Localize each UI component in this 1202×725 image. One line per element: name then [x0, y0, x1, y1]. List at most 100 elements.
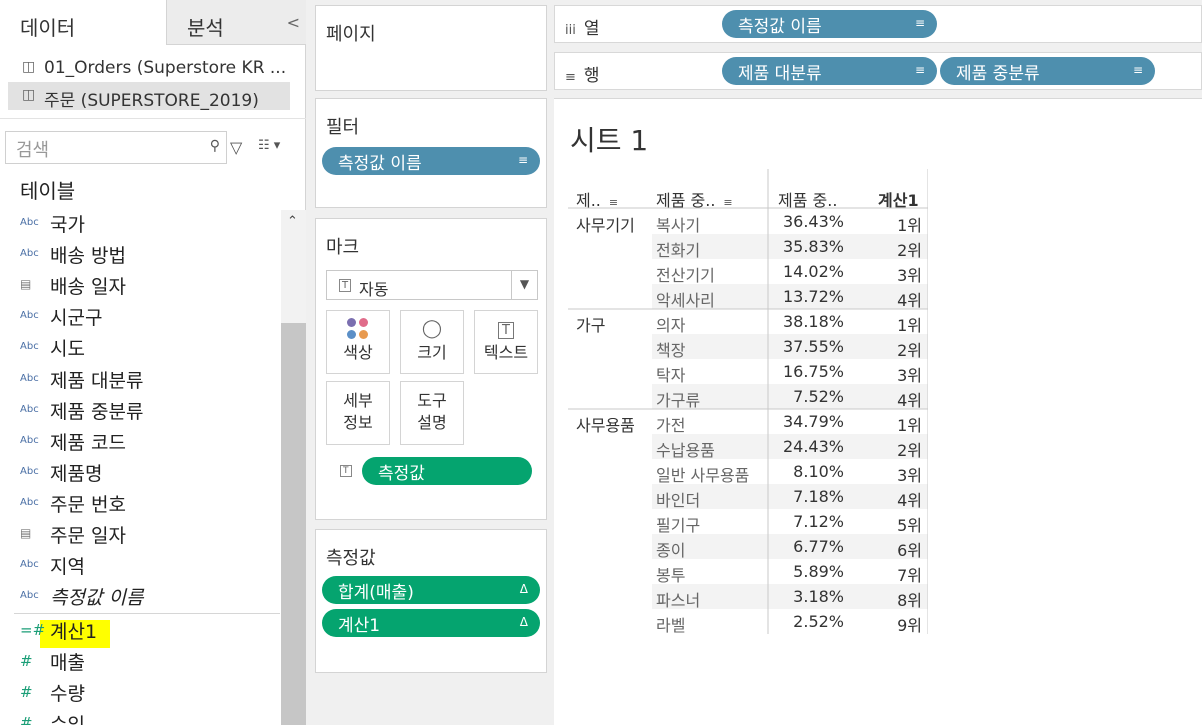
measure-item[interactable]: # 수량 — [20, 679, 280, 707]
tab-data[interactable]: 데이터 — [0, 0, 166, 45]
measure-item[interactable]: # 수익 — [20, 710, 280, 725]
percent-cell[interactable]: 6.77% — [793, 534, 844, 559]
subcategory-cell[interactable]: 종이 — [656, 534, 685, 560]
rows-pill-category[interactable]: 제품 대분류 ≡ — [722, 57, 937, 85]
measure-pill-calc1[interactable]: 계산1 Δ — [322, 609, 540, 637]
field-item[interactable]: Abc 배송 방법 — [20, 241, 280, 269]
rows-label: 행 — [583, 66, 600, 86]
scroll-up-icon[interactable]: ⌃ — [287, 214, 298, 229]
rank-cell[interactable]: 1위 — [897, 209, 922, 235]
field-item[interactable]: Abc 제품명 — [20, 459, 280, 487]
subcategory-cell[interactable]: 복사기 — [656, 209, 700, 235]
percent-cell[interactable]: 7.52% — [793, 384, 844, 409]
rank-cell[interactable]: 4위 — [897, 484, 922, 510]
rank-cell[interactable]: 4위 — [897, 284, 922, 310]
subcategory-cell[interactable]: 전화기 — [656, 234, 700, 260]
percent-cell[interactable]: 35.83% — [783, 234, 844, 259]
rank-cell[interactable]: 3위 — [897, 259, 922, 285]
field-item[interactable]: Abc 시군구 — [20, 303, 280, 331]
subcategory-cell[interactable]: 가구류 — [656, 384, 700, 410]
subcategory-cell[interactable]: 수납용품 — [656, 434, 715, 460]
mark-type-select[interactable]: T 자동 ▼ — [326, 270, 538, 300]
subcategory-cell[interactable]: 파스너 — [656, 584, 700, 610]
subcategory-cell[interactable]: 봉투 — [656, 559, 685, 585]
subcategory-cell[interactable]: 가전 — [656, 409, 685, 435]
rank-cell[interactable]: 1위 — [897, 309, 922, 335]
percent-cell[interactable]: 7.18% — [793, 484, 844, 509]
datasource-orders[interactable]: ◫ 01_Orders (Superstore KR ... — [8, 54, 290, 82]
datasource-superstore[interactable]: ◫ 주문 (SUPERSTORE_2019) — [8, 82, 290, 110]
subcategory-cell[interactable]: 라벨 — [656, 609, 685, 635]
subcategory-cell[interactable]: 탁자 — [656, 359, 685, 385]
collapse-pane-icon[interactable]: < — [287, 13, 300, 32]
field-item[interactable]: Abc 국가 — [20, 210, 280, 238]
rank-cell[interactable]: 2위 — [897, 334, 922, 360]
tooltip-button[interactable]: 도구 설명 — [400, 381, 464, 445]
pages-card[interactable]: 페이지 — [315, 5, 547, 91]
percent-cell[interactable]: 2.52% — [793, 609, 844, 634]
percent-cell[interactable]: 34.79% — [783, 409, 844, 434]
percent-cell[interactable]: 36.43% — [783, 209, 844, 234]
rank-cell[interactable]: 8위 — [897, 584, 922, 610]
rank-cell[interactable]: 7위 — [897, 559, 922, 585]
percent-cell[interactable]: 3.18% — [793, 584, 844, 609]
search-input[interactable]: 검색 ⚲ — [5, 131, 227, 164]
subcategory-cell[interactable]: 책장 — [656, 334, 685, 360]
text-button[interactable]: T 텍스트 — [474, 310, 538, 374]
rank-cell[interactable]: 1위 — [897, 409, 922, 435]
color-button[interactable]: 색상 — [326, 310, 390, 374]
number-field-icon: # — [20, 683, 33, 702]
subcategory-cell[interactable]: 필기구 — [656, 509, 700, 535]
percent-cell[interactable]: 16.75% — [783, 359, 844, 384]
subcategory-cell[interactable]: 전산기기 — [656, 259, 715, 285]
category-cell[interactable]: 사무기기 — [576, 209, 635, 235]
percent-cell[interactable]: 8.10% — [793, 459, 844, 484]
filters-card[interactable]: 필터 측정값 이름 ≡ — [315, 98, 547, 208]
field-item[interactable]: Abc 지역 — [20, 552, 280, 580]
rank-cell[interactable]: 9위 — [897, 609, 922, 635]
percent-cell[interactable]: 13.72% — [783, 284, 844, 309]
rows-pill-subcategory[interactable]: 제품 중분류 ≡ — [940, 57, 1155, 85]
field-item[interactable]: Abc 제품 코드 — [20, 428, 280, 456]
rank-cell[interactable]: 3위 — [897, 459, 922, 485]
category-cell[interactable]: 사무용품 — [576, 409, 635, 435]
subcategory-cell[interactable]: 일반 사무용품 — [656, 459, 749, 485]
field-item[interactable]: ▤ 배송 일자 — [20, 272, 280, 300]
columns-pill[interactable]: 측정값 이름 ≡ — [722, 10, 937, 38]
field-item[interactable]: ▤ 주문 일자 — [20, 521, 280, 549]
percent-cell[interactable]: 37.55% — [783, 334, 844, 359]
field-item[interactable]: Abc 제품 대분류 — [20, 366, 280, 394]
measure-pill-sales[interactable]: 합계(매출) Δ — [322, 576, 540, 604]
field-item[interactable]: Abc 시도 — [20, 334, 280, 362]
columns-shelf[interactable]: iii 열 측정값 이름 ≡ — [554, 5, 1202, 43]
percent-cell[interactable]: 7.12% — [793, 509, 844, 534]
percent-cell[interactable]: 38.18% — [783, 309, 844, 334]
view-options-icon[interactable]: ☷ ▾ — [258, 138, 280, 153]
rank-cell[interactable]: 5위 — [897, 509, 922, 535]
size-button[interactable]: ◯ 크기 — [400, 310, 464, 374]
tab-analysis[interactable]: 분석 < — [166, 0, 306, 45]
rows-shelf[interactable]: ≡ 행 제품 대분류 ≡ 제품 중분류 ≡ — [554, 52, 1202, 90]
percent-cell[interactable]: 14.02% — [783, 259, 844, 284]
filter-pill[interactable]: 측정값 이름 ≡ — [322, 147, 540, 175]
category-cell[interactable]: 가구 — [576, 309, 605, 335]
measure-item[interactable]: =# 계산1 — [20, 617, 280, 645]
filter-icon[interactable]: ▽ — [230, 138, 242, 157]
subcategory-cell[interactable]: 의자 — [656, 309, 685, 335]
percent-cell[interactable]: 24.43% — [783, 434, 844, 459]
rank-cell[interactable]: 6위 — [897, 534, 922, 560]
measure-values-mark-pill[interactable]: 측정값 — [362, 457, 532, 485]
field-item[interactable]: Abc 제품 중분류 — [20, 397, 280, 425]
subcategory-cell[interactable]: 바인더 — [656, 484, 700, 510]
field-item[interactable]: Abc 측정값 이름 — [20, 583, 280, 611]
measure-item[interactable]: # 매출 — [20, 648, 280, 676]
rank-cell[interactable]: 2위 — [897, 434, 922, 460]
rank-cell[interactable]: 2위 — [897, 234, 922, 260]
percent-cell[interactable]: 5.89% — [793, 559, 844, 584]
rank-cell[interactable]: 3위 — [897, 359, 922, 385]
rank-cell[interactable]: 4위 — [897, 384, 922, 410]
detail-button[interactable]: 세부 정보 — [326, 381, 390, 445]
field-item[interactable]: Abc 주문 번호 — [20, 490, 280, 518]
subcategory-cell[interactable]: 악세사리 — [656, 284, 715, 310]
scrollbar-thumb[interactable] — [281, 323, 306, 725]
